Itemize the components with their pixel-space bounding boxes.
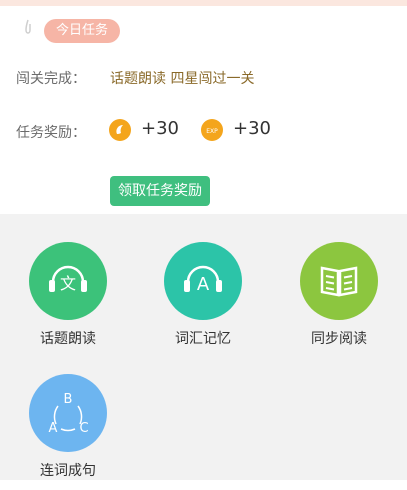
module-label: 同步阅读	[311, 331, 367, 347]
topic-reading-glyph: 文	[60, 274, 76, 293]
vocabulary-glyph: A	[197, 274, 210, 295]
topic-reading-icon: 文	[29, 242, 107, 320]
letter-a: A	[49, 421, 58, 436]
word-link-icon: B A C	[29, 374, 107, 452]
exp-reward-amount: +30	[233, 118, 271, 139]
coin-reward-amount: +30	[141, 118, 179, 139]
module-label: 词汇记忆	[175, 331, 231, 347]
book-icon	[300, 242, 378, 320]
module-topic-reading[interactable]: 文 话题朗读	[3, 242, 133, 358]
vocabulary-icon: A	[164, 242, 242, 320]
letter-c: C	[79, 421, 88, 436]
module-vocabulary[interactable]: A 词汇记忆	[138, 242, 268, 358]
module-word-link[interactable]: B A C 连词成句	[3, 374, 133, 490]
module-grid: 文 话题朗读 A 词汇记忆 同步阅读 B A C 连词成句	[0, 214, 407, 480]
svg-text:EXP: EXP	[206, 128, 218, 135]
daily-task-card: 今日任务 闯关完成： 话题朗读 四星闯过一关 任务奖励： +30 EXP +30…	[0, 6, 407, 214]
letter-b: B	[64, 392, 73, 407]
claim-reward-button[interactable]: 领取任务奖励	[110, 176, 210, 206]
module-label: 连词成句	[40, 463, 96, 479]
hand-icon	[25, 19, 31, 34]
exp-icon: EXP	[201, 119, 223, 141]
module-sync-reading[interactable]: 同步阅读	[274, 242, 404, 358]
pass-label: 闯关完成：	[16, 71, 86, 87]
reward-label: 任务奖励：	[16, 125, 86, 141]
module-label: 话题朗读	[40, 331, 96, 347]
coin-icon	[109, 119, 131, 141]
daily-task-badge: 今日任务	[44, 19, 121, 43]
pass-value: 话题朗读 四星闯过一关	[110, 71, 255, 87]
